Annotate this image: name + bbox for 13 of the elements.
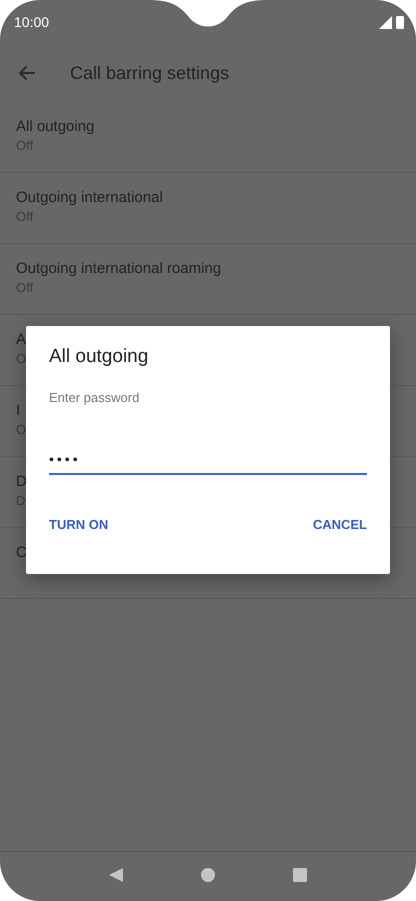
home-icon[interactable] (201, 868, 215, 882)
status-time: 10:00 (14, 14, 50, 30)
screen-title: Call barring settings (70, 62, 230, 84)
recents-icon[interactable] (293, 868, 307, 882)
dialog-title: All outgoing (49, 346, 150, 368)
password-field[interactable]: •••• (49, 451, 367, 475)
back-icon[interactable] (109, 868, 123, 882)
field-label: Enter password (49, 390, 140, 405)
signal-icon (379, 16, 392, 28)
turn-on-button[interactable]: TURN ON (49, 517, 108, 532)
cancel-button[interactable]: CANCEL (312, 517, 367, 532)
back-arrow-icon[interactable] (18, 65, 36, 81)
battery-icon (396, 16, 404, 28)
